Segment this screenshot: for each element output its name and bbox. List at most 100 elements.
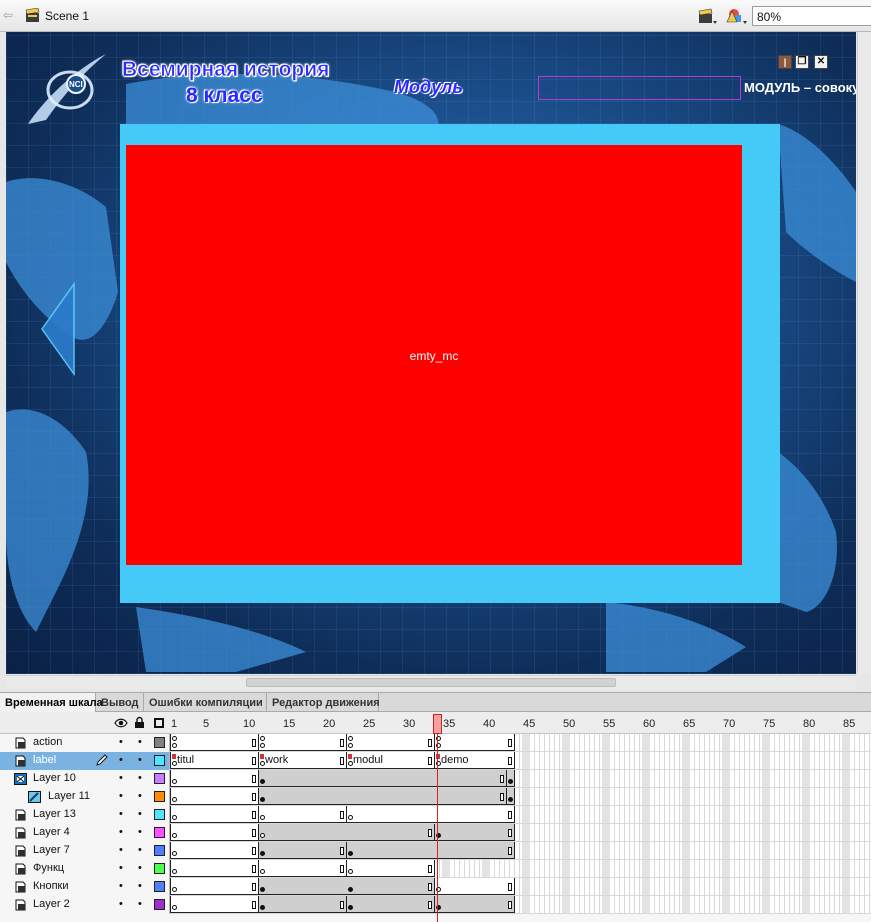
- tween-span[interactable]: [258, 770, 507, 787]
- edit-symbols-icon[interactable]: [724, 6, 748, 26]
- action-keyframe[interactable]: [260, 736, 265, 741]
- frame-track[interactable]: [170, 860, 871, 877]
- frame-span[interactable]: [170, 824, 259, 841]
- layer-name-cell[interactable]: Layer 11 • •: [0, 788, 170, 806]
- empty-keyframe[interactable]: [172, 797, 177, 802]
- frame-track[interactable]: [170, 734, 871, 751]
- empty-keyframe[interactable]: [348, 869, 353, 874]
- visibility-dot[interactable]: •: [119, 791, 123, 802]
- tab-motion-editor[interactable]: Редактор движения: [267, 693, 380, 712]
- keyframe[interactable]: [260, 887, 265, 892]
- layer-name-cell[interactable]: Функц • •: [0, 860, 170, 878]
- visibility-dot[interactable]: •: [119, 755, 123, 766]
- frame-span[interactable]: [346, 860, 435, 877]
- layer-name-cell[interactable]: Кнопки • •: [0, 878, 170, 896]
- layer-color-swatch[interactable]: [154, 899, 165, 910]
- frame-track[interactable]: [170, 878, 871, 895]
- tab-output[interactable]: Вывод: [96, 693, 144, 712]
- scene-label[interactable]: Scene 1: [45, 9, 89, 23]
- tween-span[interactable]: [258, 842, 347, 859]
- visibility-dot[interactable]: •: [119, 899, 123, 910]
- frame-span[interactable]: [346, 734, 435, 751]
- tween-span[interactable]: [346, 896, 435, 913]
- frame-span[interactable]: [170, 770, 259, 787]
- lock-dot[interactable]: •: [138, 755, 142, 766]
- layer-row[interactable]: Layer 4 • •: [0, 824, 871, 842]
- frame-span[interactable]: [170, 878, 259, 895]
- empty-keyframe[interactable]: [260, 869, 265, 874]
- back-arrow-icon[interactable]: ⇦: [3, 9, 15, 21]
- visibility-dot[interactable]: •: [119, 773, 123, 784]
- frame-span[interactable]: [346, 806, 515, 823]
- layer-row[interactable]: Layer 13 • •: [0, 806, 871, 824]
- visibility-dot[interactable]: •: [119, 863, 123, 874]
- keyframe[interactable]: [348, 905, 353, 910]
- layer-row[interactable]: Кнопки • •: [0, 878, 871, 896]
- lock-icon[interactable]: [134, 716, 145, 729]
- layer-row[interactable]: Layer 2 • •: [0, 896, 871, 914]
- tween-span[interactable]: [346, 842, 515, 859]
- lock-dot[interactable]: •: [138, 791, 142, 802]
- tab-compiler-errors[interactable]: Ошибки компиляции: [144, 693, 267, 712]
- visibility-dot[interactable]: •: [119, 845, 123, 856]
- tween-span[interactable]: [434, 896, 515, 913]
- restore-button[interactable]: ❐: [795, 55, 809, 69]
- keyframe[interactable]: [260, 905, 265, 910]
- stage-horizontal-scrollbar[interactable]: [6, 675, 856, 689]
- frame-track[interactable]: [170, 788, 871, 805]
- layer-row[interactable]: Layer 10 • •: [0, 770, 871, 788]
- keyframe[interactable]: [508, 779, 513, 784]
- frame-track[interactable]: titul work modul demo: [170, 752, 871, 769]
- layer-color-swatch[interactable]: [154, 737, 165, 748]
- stage-vertical-scrollbar[interactable]: [857, 32, 871, 674]
- horizontal-scroll-thumb[interactable]: [246, 678, 616, 687]
- empty-keyframe[interactable]: [172, 743, 177, 748]
- frame-track[interactable]: [170, 770, 871, 787]
- keyframe[interactable]: [260, 851, 265, 856]
- close-button[interactable]: ✕: [814, 55, 828, 69]
- layer-row[interactable]: Layer 11 • •: [0, 788, 871, 806]
- empty-keyframe[interactable]: [260, 815, 265, 820]
- layer-name-cell[interactable]: action • •: [0, 734, 170, 752]
- frame-track[interactable]: [170, 896, 871, 913]
- edit-scene-icon[interactable]: [696, 6, 718, 26]
- keyframe[interactable]: [260, 779, 265, 784]
- empty-keyframe[interactable]: [172, 887, 177, 892]
- frame-span[interactable]: [434, 878, 515, 895]
- keyframe[interactable]: [508, 797, 513, 802]
- frame-span[interactable]: [170, 806, 259, 823]
- frame-track[interactable]: [170, 824, 871, 841]
- frame-span[interactable]: [170, 788, 259, 805]
- layer-color-swatch[interactable]: [154, 809, 165, 820]
- layer-name-cell[interactable]: Layer 13 • •: [0, 806, 170, 824]
- empty-movieclip[interactable]: emty_mc: [126, 145, 742, 565]
- keyframe[interactable]: [348, 887, 353, 892]
- frame-span[interactable]: [434, 734, 515, 751]
- visibility-dot[interactable]: •: [119, 809, 123, 820]
- layer-name-cell[interactable]: label • •: [0, 752, 170, 770]
- empty-keyframe[interactable]: [172, 905, 177, 910]
- lock-dot[interactable]: •: [138, 863, 142, 874]
- layer-row[interactable]: Layer 7 • •: [0, 842, 871, 860]
- empty-keyframe[interactable]: [172, 851, 177, 856]
- frame-span[interactable]: [258, 860, 347, 877]
- layer-color-swatch[interactable]: [154, 845, 165, 856]
- frame-span[interactable]: [170, 860, 259, 877]
- layer-name-cell[interactable]: Layer 10 • •: [0, 770, 170, 788]
- outline-toggle-icon[interactable]: [154, 718, 164, 728]
- layer-name-cell[interactable]: Layer 7 • •: [0, 842, 170, 860]
- previous-arrow-icon[interactable]: [40, 282, 76, 376]
- lock-dot[interactable]: •: [138, 773, 142, 784]
- lock-dot[interactable]: •: [138, 827, 142, 838]
- zoom-input[interactable]: 80%: [752, 6, 871, 26]
- empty-keyframe[interactable]: [172, 833, 177, 838]
- lock-dot[interactable]: •: [138, 809, 142, 820]
- empty-keyframe[interactable]: [172, 815, 177, 820]
- stage-canvas[interactable]: NCI Всемирная история 8 класс Модуль МОД…: [6, 32, 856, 674]
- keyframe[interactable]: [260, 797, 265, 802]
- module-text-field[interactable]: [538, 76, 741, 100]
- eye-icon[interactable]: [114, 717, 128, 729]
- layer-name-cell[interactable]: Layer 2 • •: [0, 896, 170, 914]
- frame-span[interactable]: [170, 896, 259, 913]
- visibility-dot[interactable]: •: [119, 737, 123, 748]
